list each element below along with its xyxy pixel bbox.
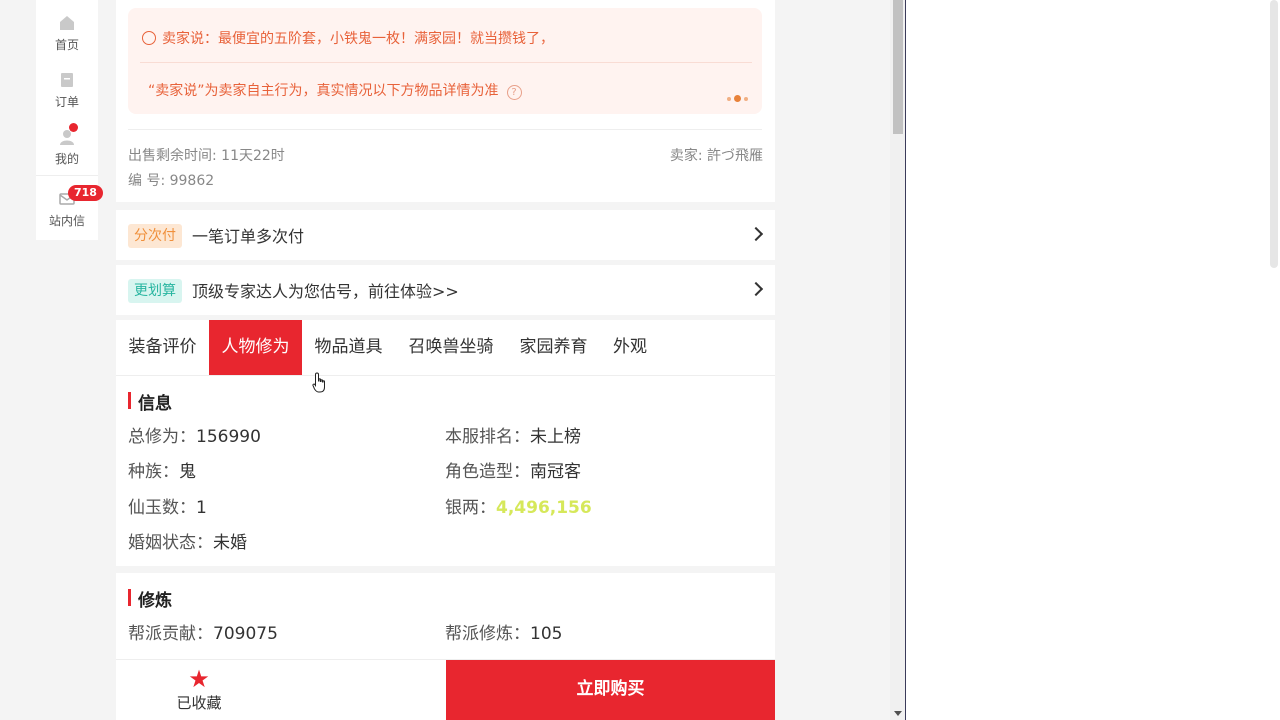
side-nav: 首页 订单 我的 站内信 718 bbox=[36, 0, 103, 240]
tab-appearance[interactable]: 外观 bbox=[600, 320, 660, 375]
meta-divider bbox=[128, 129, 762, 130]
home-icon bbox=[60, 16, 74, 30]
chevron-right-icon bbox=[748, 226, 764, 242]
seller-note-box: 卖家说：最便宜的五阶套，小铁鬼一枚！满家园！就当攒钱了， “卖家说”为卖家自主行… bbox=[128, 8, 762, 114]
smile-icon bbox=[142, 31, 156, 45]
scroll-down-arrow-icon[interactable] bbox=[894, 711, 902, 716]
total-cultivation: 总修为：156990 bbox=[128, 427, 261, 447]
app-viewport: 首页 订单 我的 站内信 718 卖家说：最便宜的五阶套，小铁鬼一枚！满家园！就… bbox=[0, 0, 890, 720]
cultivation-section: 修炼 帮派贡献：709075 帮派修炼：105 bbox=[116, 573, 775, 673]
silver-amount: 银两：4,496,156 bbox=[445, 498, 592, 518]
info-section: 信息 总修为：156990 本服排名：未上榜 种族：鬼 角色造型：南冠客 仙玉数… bbox=[116, 376, 775, 566]
seller-note-divider bbox=[140, 62, 752, 63]
guild-training: 帮派修炼：105 bbox=[445, 624, 563, 644]
favorite-button[interactable]: ★ 已收藏 bbox=[116, 660, 282, 720]
hand-cursor-icon bbox=[312, 372, 325, 393]
seller-card: 卖家说：最便宜的五阶套，小铁鬼一枚！满家园！就当攒钱了， “卖家说”为卖家自主行… bbox=[116, 0, 775, 202]
seller-name: 卖家: 許づ飛雁 bbox=[669, 148, 763, 164]
seller-disclaimer: “卖家说”为卖家自主行为，真实情况以下方物品详情为准? bbox=[148, 80, 522, 100]
favorite-label: 已收藏 bbox=[176, 694, 222, 712]
marriage-status: 婚姻状态：未婚 bbox=[128, 533, 247, 553]
nav-home-label: 首页 bbox=[54, 38, 79, 52]
scrollbar-thumb[interactable] bbox=[893, 0, 903, 134]
nav-orders[interactable]: 订单 bbox=[36, 71, 98, 110]
nav-orders-label: 订单 bbox=[54, 95, 79, 109]
detail-tabs: 装备评价 人物修为 物品道具 召唤兽坐骑 家园养育 外观 bbox=[116, 320, 775, 376]
server-rank: 本服排名：未上榜 bbox=[445, 427, 581, 447]
nav-divider bbox=[36, 175, 98, 176]
guild-contribution: 帮派贡献：709075 bbox=[128, 624, 278, 644]
tab-items[interactable]: 物品道具 bbox=[302, 320, 395, 375]
help-icon[interactable]: ? bbox=[506, 85, 522, 100]
seller-message: 卖家说：最便宜的五阶套，小铁鬼一枚！满家园！就当攒钱了， bbox=[142, 28, 554, 48]
buy-now-button[interactable]: 立即购买 bbox=[446, 660, 775, 720]
blank-right-pane bbox=[907, 0, 1280, 720]
installment-text: 一笔订单多次付 bbox=[192, 227, 305, 246]
race: 种族：鬼 bbox=[128, 462, 196, 482]
more-dots-icon[interactable] bbox=[724, 88, 748, 107]
outer-scrollbar-thumb[interactable] bbox=[1270, 0, 1278, 268]
chevron-right-icon bbox=[748, 281, 764, 297]
seller-message-text: 卖家说：最便宜的五阶套，小铁鬼一枚！满家园！就当攒钱了， bbox=[162, 31, 554, 47]
tab-character-cultivation[interactable]: 人物修为 bbox=[209, 320, 302, 375]
tab-equipment-rating[interactable]: 装备评价 bbox=[116, 320, 209, 375]
installment-row[interactable]: 分次付 一笔订单多次付 bbox=[116, 210, 775, 260]
jade-count: 仙玉数：1 bbox=[128, 498, 207, 518]
nav-profile[interactable]: 我的 bbox=[36, 128, 98, 167]
messages-count-badge: 718 bbox=[68, 185, 103, 201]
order-icon bbox=[61, 73, 73, 87]
nav-home[interactable]: 首页 bbox=[36, 14, 98, 53]
appraisal-tag: 更划算 bbox=[128, 279, 182, 303]
star-icon: ★ bbox=[188, 665, 210, 693]
bottom-action-bar: ★ 已收藏 立即购买 bbox=[116, 659, 775, 720]
profile-notification-dot bbox=[69, 123, 78, 132]
cultivation-section-title: 修炼 bbox=[128, 586, 172, 611]
role-model: 角色造型：南冠客 bbox=[445, 462, 581, 482]
tab-pets-mounts[interactable]: 召唤兽坐骑 bbox=[395, 320, 507, 375]
tab-homestead[interactable]: 家园养育 bbox=[507, 320, 600, 375]
page-scrollbar[interactable] bbox=[890, 0, 906, 720]
serial-number: 编 号: 99862 bbox=[128, 173, 215, 189]
nav-profile-label: 我的 bbox=[54, 152, 79, 166]
appraisal-row[interactable]: 更划算 顶级专家达人为您估号，前往体验>> bbox=[116, 265, 775, 315]
appraisal-text: 顶级专家达人为您估号，前往体验>> bbox=[192, 282, 459, 301]
outer-scrollbar[interactable] bbox=[1268, 0, 1280, 720]
installment-tag: 分次付 bbox=[128, 224, 182, 248]
remaining-time: 出售剩余时间: 11天22时 bbox=[128, 148, 285, 164]
info-section-title: 信息 bbox=[128, 389, 172, 414]
nav-messages-label: 站内信 bbox=[48, 214, 85, 228]
seller-disclaimer-text: “卖家说”为卖家自主行为，真实情况以下方物品详情为准 bbox=[148, 83, 499, 99]
